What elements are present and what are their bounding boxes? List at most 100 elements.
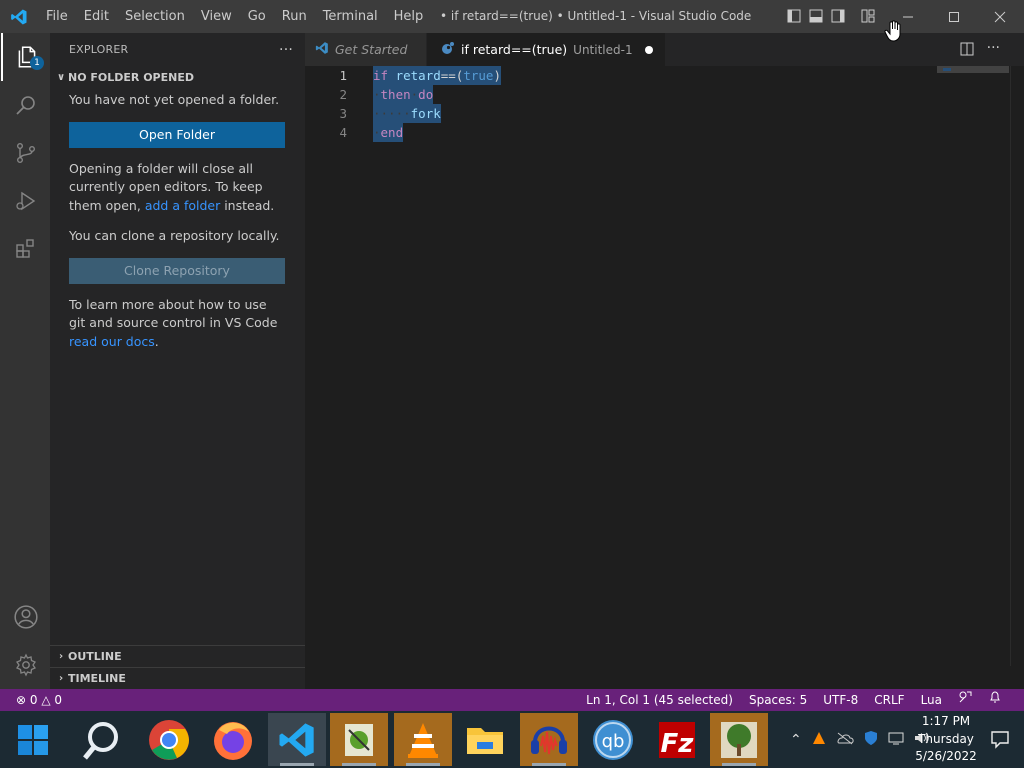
line-text: if retard==(true) — [373, 66, 501, 85]
tree-app-icon[interactable] — [710, 713, 768, 766]
code-token: true — [463, 68, 494, 83]
audacity-icon[interactable] — [520, 713, 578, 766]
more-actions-icon[interactable]: ··· — [279, 42, 293, 58]
vscode-taskbar-icon[interactable] — [268, 713, 326, 766]
outline-section-header[interactable]: › OUTLINE — [50, 645, 305, 667]
clone-text: You can clone a repository locally. — [69, 228, 280, 243]
chevron-right-icon: › — [58, 673, 64, 684]
run-debug-icon[interactable] — [1, 177, 51, 225]
code-token: · — [373, 125, 381, 140]
firefox-icon[interactable] — [204, 713, 262, 766]
toggle-panel-icon[interactable] — [808, 8, 824, 24]
manage-gear-icon[interactable] — [1, 641, 51, 689]
learn-end: . — [154, 333, 159, 349]
code-token: retard — [395, 68, 441, 83]
explorer-icon[interactable]: 1 — [1, 33, 51, 81]
split-editor-icon[interactable] — [959, 41, 975, 61]
menu-help[interactable]: Help — [386, 0, 432, 33]
code-line: 4 ·end — [305, 123, 1024, 142]
tab-untitled-1[interactable]: if retard==(true) Untitled-1 — [427, 33, 666, 66]
vertical-scrollbar[interactable] — [1010, 66, 1024, 666]
taskbar-clock[interactable]: 1:17 PM Thursday 5/26/2022 — [906, 713, 986, 766]
network-icon[interactable] — [888, 731, 904, 749]
clone-repository-button[interactable]: Clone Repository — [69, 257, 285, 284]
filezilla-icon[interactable]: Fz — [648, 713, 706, 766]
menu-file[interactable]: File — [38, 0, 76, 33]
notifications-bell-icon[interactable] — [980, 689, 1010, 711]
extensions-icon[interactable] — [1, 225, 51, 273]
toggle-primary-sidebar-icon[interactable] — [786, 8, 802, 24]
status-bar: ⊗ 0 △ 0 Ln 1, Col 1 (45 selected) Spaces… — [0, 689, 1024, 711]
add-folder-link[interactable]: add a folder — [145, 198, 220, 213]
error-count: 0 — [29, 693, 38, 707]
menu-edit[interactable]: Edit — [76, 0, 117, 33]
customize-layout-icon[interactable] — [860, 8, 876, 24]
source-control-icon[interactable] — [1, 129, 51, 177]
clock-day: Thursday — [918, 731, 974, 746]
vlc-tray-icon[interactable] — [812, 731, 826, 749]
editor-area: Get Started if retard==(true) Untitled-1… — [305, 33, 1024, 689]
notepad-plus-plus-icon[interactable] — [330, 713, 388, 766]
open-folder-button[interactable]: Open Folder — [69, 121, 285, 148]
editor-actions: ··· — [959, 41, 1000, 61]
toggle-secondary-sidebar-icon[interactable] — [830, 8, 846, 24]
search-taskbar-icon[interactable] — [72, 713, 130, 766]
chevron-right-icon: › — [58, 651, 64, 662]
opening-text-part2: instead. — [220, 197, 275, 213]
security-shield-icon[interactable] — [864, 730, 878, 750]
code-token: · — [373, 87, 381, 102]
end-of-line[interactable]: CRLF — [866, 689, 912, 711]
activity-bar: 1 — [0, 33, 50, 689]
lua-file-icon — [441, 41, 455, 58]
close-button[interactable] — [977, 0, 1023, 33]
svg-text:qb: qb — [602, 731, 625, 752]
code-token: do — [418, 87, 434, 102]
maximize-button[interactable] — [931, 0, 977, 33]
feedback-icon[interactable] — [950, 689, 980, 711]
show-hidden-icons-chevron-icon[interactable]: ⌃ — [790, 732, 802, 748]
no-folder-text: You have not yet opened a folder. — [69, 92, 280, 107]
menu-view[interactable]: View — [193, 0, 240, 33]
learn-git-text: To learn more about how to use git and s… — [50, 296, 305, 352]
read-docs-link[interactable]: read our docs — [69, 334, 155, 349]
menu-go[interactable]: Go — [240, 0, 274, 33]
menu-run[interactable]: Run — [274, 0, 315, 33]
no-folder-section-header[interactable]: ∨ NO FOLDER OPENED — [50, 66, 305, 88]
clock-date: 5/26/2022 — [915, 749, 977, 763]
unsaved-dot-icon[interactable] — [644, 45, 653, 54]
tab-get-started[interactable]: Get Started — [305, 33, 427, 66]
qbittorrent-icon[interactable]: qb — [584, 713, 642, 766]
running-indicator — [342, 763, 376, 766]
code-editor[interactable]: 1 if retard==(true) 2 ·then·do 3 ·····fo… — [305, 66, 1024, 689]
language-mode[interactable]: Lua — [913, 689, 950, 711]
indentation[interactable]: Spaces: 5 — [741, 689, 815, 711]
chrome-icon[interactable] — [140, 713, 198, 766]
layout-controls — [786, 8, 876, 24]
line-number: 4 — [339, 125, 347, 140]
vlc-icon[interactable] — [394, 713, 452, 766]
explorer-badge: 1 — [30, 56, 44, 70]
sidebar-header: EXPLORER ··· — [50, 33, 305, 66]
clock-time: 1:17 PM — [921, 714, 971, 728]
accounts-icon[interactable] — [1, 593, 51, 641]
error-icon: ⊗ — [16, 693, 27, 707]
notifications-icon[interactable] — [990, 729, 1010, 753]
encoding[interactable]: UTF-8 — [815, 689, 866, 711]
search-icon[interactable] — [1, 81, 51, 129]
menu-terminal[interactable]: Terminal — [315, 0, 386, 33]
vscode-logo-icon — [0, 0, 38, 33]
cursor-position[interactable]: Ln 1, Col 1 (45 selected) — [578, 689, 741, 711]
more-actions-icon[interactable]: ··· — [987, 41, 1000, 61]
menu-selection[interactable]: Selection — [117, 0, 193, 33]
section-title: NO FOLDER OPENED — [68, 70, 194, 84]
code-token: end — [380, 125, 404, 140]
file-explorer-icon[interactable] — [456, 713, 514, 766]
timeline-section-header[interactable]: › TIMELINE — [50, 667, 305, 689]
problems-status[interactable]: ⊗ 0 △ 0 — [0, 689, 70, 711]
svg-text:Fz: Fz — [661, 729, 695, 759]
onedrive-icon[interactable] — [836, 731, 854, 749]
learn-text: To learn more about how to use git and s… — [69, 296, 278, 331]
chevron-down-icon: ∨ — [56, 71, 66, 83]
start-button[interactable] — [4, 713, 62, 766]
